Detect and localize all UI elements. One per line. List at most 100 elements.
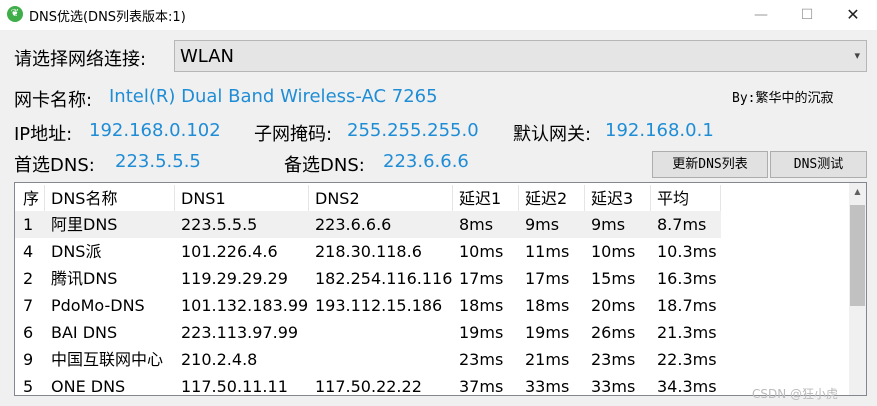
table-cell: 2	[23, 269, 34, 288]
table-cell: 10ms	[459, 242, 504, 261]
column-header[interactable]: 延迟1	[453, 185, 519, 212]
column-header[interactable]: 延迟2	[519, 185, 585, 212]
table-cell: 23ms	[591, 350, 636, 369]
table-cell: 223.6.6.6	[315, 215, 392, 234]
table-cell: 8ms	[459, 215, 494, 234]
network-select[interactable]: WLAN ▾	[174, 40, 867, 72]
table-cell: 17ms	[459, 269, 504, 288]
table-cell: 腾讯DNS	[51, 269, 118, 288]
table-cell: 22.3ms	[657, 350, 717, 369]
table-cell: 7	[23, 296, 34, 315]
primary-dns-label: 首选DNS:	[14, 155, 95, 176]
chevron-down-icon: ▾	[854, 49, 860, 62]
table-row[interactable]: 6 BAI DNS 223.113.97.99 19ms 19ms 26ms 2…	[15, 319, 850, 346]
title-bar: ❦ DNS优选(DNS列表版本:1) — ☐ ✕	[0, 0, 877, 30]
table-cell: 23ms	[459, 350, 504, 369]
table-cell: 阿里DNS	[51, 215, 118, 234]
table-header: 序 DNS名称 DNS1 DNS2 延迟1 延迟2 延迟3 平均	[15, 185, 850, 212]
table-cell: 21.3ms	[657, 323, 717, 342]
watermark: CSDN @狂小虎	[752, 387, 839, 401]
table-cell: 1	[23, 215, 34, 234]
table-row[interactable]: 1 阿里DNS 223.5.5.5 223.6.6.6 8ms 9ms 9ms …	[15, 211, 721, 238]
leaf-icon: ❦	[7, 6, 23, 22]
scroll-up-arrow-icon[interactable]: ▲	[849, 183, 866, 200]
table-cell: 19ms	[525, 323, 570, 342]
table-cell: 18ms	[525, 296, 570, 315]
table-cell: 9ms	[525, 215, 560, 234]
maximize-button[interactable]: ☐	[784, 0, 830, 30]
table-cell: 16.3ms	[657, 269, 717, 288]
secondary-dns-value: 223.6.6.6	[383, 151, 469, 172]
table-cell: 34.3ms	[657, 377, 717, 396]
table-cell: 223.5.5.5	[181, 215, 258, 234]
column-header[interactable]: 延迟3	[585, 185, 651, 212]
minimize-button[interactable]: —	[738, 0, 784, 30]
table-cell: 101.132.183.99	[181, 296, 309, 315]
gateway-value: 192.168.0.1	[605, 120, 714, 141]
table-cell: 17ms	[525, 269, 570, 288]
table-cell: ONE DNS	[51, 377, 126, 396]
table-cell: 5	[23, 377, 34, 396]
table-cell: 182.254.116.116	[315, 269, 453, 288]
table-cell	[309, 346, 453, 373]
gateway-label: 默认网关:	[513, 124, 592, 145]
primary-dns-value: 223.5.5.5	[115, 151, 201, 172]
table-cell: 101.226.4.6	[181, 242, 278, 261]
table-cell: 8.7ms	[657, 215, 707, 234]
column-header[interactable]: DNS2	[309, 185, 453, 212]
window-title: DNS优选(DNS列表版本:1)	[29, 10, 186, 25]
network-select-value: WLAN	[180, 46, 235, 67]
secondary-dns-label: 备选DNS:	[284, 155, 365, 176]
table-cell: 9	[23, 350, 34, 369]
table-cell: BAI DNS	[51, 323, 118, 342]
table-cell: 10.3ms	[657, 242, 717, 261]
table-cell: 4	[23, 242, 34, 261]
adapter-value: Intel(R) Dual Band Wireless-AC 7265	[109, 86, 438, 107]
table-row[interactable]: 7 PdoMo-DNS 101.132.183.99 193.112.15.18…	[15, 292, 850, 319]
table-cell: 33ms	[591, 377, 636, 396]
table-cell: 10ms	[591, 242, 636, 261]
author-text: By:繁华中的沉寂	[732, 91, 834, 106]
table-cell: 117.50.22.22	[315, 377, 422, 396]
table-row[interactable]: 9 中国互联网中心 210.2.4.8 23ms 21ms 23ms 22.3m…	[15, 346, 850, 373]
ip-label: IP地址:	[14, 124, 73, 145]
table-cell: 19ms	[459, 323, 504, 342]
table-cell: 15ms	[591, 269, 636, 288]
mask-label: 子网掩码:	[254, 124, 333, 145]
table-cell: 20ms	[591, 296, 636, 315]
column-header[interactable]: 平均	[651, 185, 721, 212]
update-dns-list-button[interactable]: 更新DNS列表	[652, 151, 768, 178]
table-row[interactable]: 4 DNS派 101.226.4.6 218.30.118.6 10ms 11m…	[15, 238, 850, 265]
dns-table[interactable]: 序 DNS名称 DNS1 DNS2 延迟1 延迟2 延迟3 平均 1 阿里DNS…	[14, 182, 867, 396]
table-cell: 117.50.11.11	[181, 377, 288, 396]
dns-test-button[interactable]: DNS测试	[770, 151, 867, 178]
vertical-scrollbar[interactable]: ▲	[849, 183, 866, 395]
table-row[interactable]: 2 腾讯DNS 119.29.29.29 182.254.116.116 17m…	[15, 265, 850, 292]
table-row[interactable]: 5 ONE DNS 117.50.11.11 117.50.22.22 37ms…	[15, 373, 850, 396]
close-button[interactable]: ✕	[830, 0, 876, 30]
table-cell: 218.30.118.6	[315, 242, 422, 261]
table-cell: 21ms	[525, 350, 570, 369]
table-cell: 9ms	[591, 215, 626, 234]
adapter-label: 网卡名称:	[14, 90, 93, 111]
table-cell: 26ms	[591, 323, 636, 342]
table-cell: 中国互联网中心	[51, 350, 164, 369]
table-cell: 37ms	[459, 377, 504, 396]
table-cell: 18ms	[459, 296, 504, 315]
table-cell: 193.112.15.186	[315, 296, 443, 315]
table-cell: 119.29.29.29	[181, 269, 288, 288]
network-label: 请选择网络连接:	[14, 49, 147, 70]
scroll-thumb[interactable]	[850, 205, 865, 306]
column-header[interactable]: DNS1	[175, 185, 309, 212]
table-cell: 223.113.97.99	[181, 323, 299, 342]
column-header[interactable]: DNS名称	[45, 185, 175, 212]
table-cell: DNS派	[51, 242, 102, 261]
mask-value: 255.255.255.0	[347, 120, 479, 141]
table-cell: 6	[23, 323, 34, 342]
table-cell: 33ms	[525, 377, 570, 396]
table-cell	[309, 319, 453, 346]
table-cell: PdoMo-DNS	[51, 296, 145, 315]
ip-value: 192.168.0.102	[89, 120, 221, 141]
table-cell: 18.7ms	[657, 296, 717, 315]
column-header[interactable]: 序	[17, 185, 45, 212]
